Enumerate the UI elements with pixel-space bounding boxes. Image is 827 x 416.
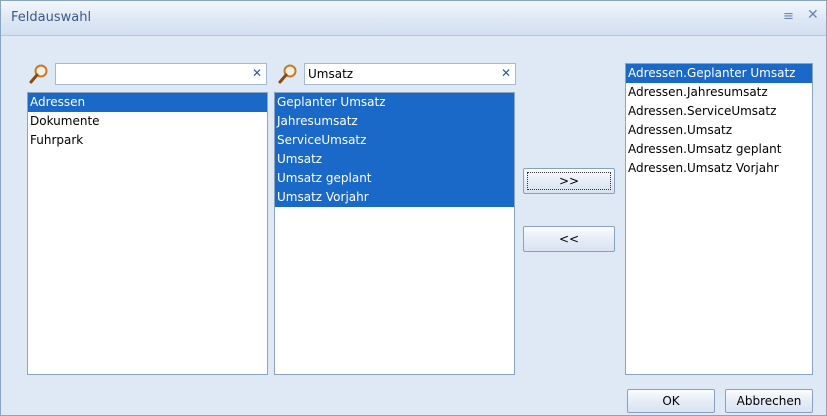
cancel-button[interactable]: Abbrechen [725,389,813,413]
list-item[interactable]: Adressen.Umsatz Vorjahr [626,159,812,178]
list-item[interactable]: Adressen.ServiceUmsatz [626,102,812,121]
left-search-field[interactable]: ✕ [55,63,267,85]
table-list[interactable]: Adressen Dokumente Fuhrpark [27,92,268,375]
window-title: Feldauswahl [11,10,92,25]
list-item[interactable]: Adressen.Jahresumsatz [626,83,812,102]
list-item[interactable]: Umsatz Vorjahr [275,188,514,207]
list-item[interactable]: Adressen [28,93,267,112]
field-list[interactable]: Geplanter Umsatz Jahresumsatz ServiceUms… [274,92,515,375]
middle-search-input[interactable] [308,66,494,82]
left-search-clear-icon[interactable]: ✕ [252,66,262,80]
list-item[interactable]: Fuhrpark [28,131,267,150]
pin-icon[interactable]: ≡ [783,9,794,24]
list-item[interactable]: Adressen.Umsatz [626,121,812,140]
ok-button[interactable]: OK [627,389,715,413]
add-fields-button[interactable]: >> [523,168,615,194]
middle-search-clear-icon[interactable]: ✕ [501,66,511,80]
list-item[interactable]: Umsatz geplant [275,169,514,188]
remove-fields-button[interactable]: << [523,226,615,252]
list-item[interactable]: ServiceUmsatz [275,131,514,150]
feldauswahl-dialog: Feldauswahl ≡ ✕ ✕ ✕ Adressen Dokumente F… [0,0,827,416]
left-search-input[interactable] [59,66,245,82]
list-item[interactable]: Jahresumsatz [275,112,514,131]
list-item[interactable]: Adressen.Geplanter Umsatz [626,64,812,83]
selected-fields-list[interactable]: Adressen.Geplanter Umsatz Adressen.Jahre… [625,63,813,375]
list-item[interactable]: Geplanter Umsatz [275,93,514,112]
list-item[interactable]: Umsatz [275,150,514,169]
title-bar: Feldauswahl ≡ ✕ [1,1,826,36]
list-item[interactable]: Dokumente [28,112,267,131]
close-icon[interactable]: ✕ [807,7,819,23]
search-icon [278,64,297,84]
list-item[interactable]: Adressen.Umsatz geplant [626,140,812,159]
search-icon [29,64,48,84]
middle-search-field[interactable]: ✕ [304,63,516,85]
